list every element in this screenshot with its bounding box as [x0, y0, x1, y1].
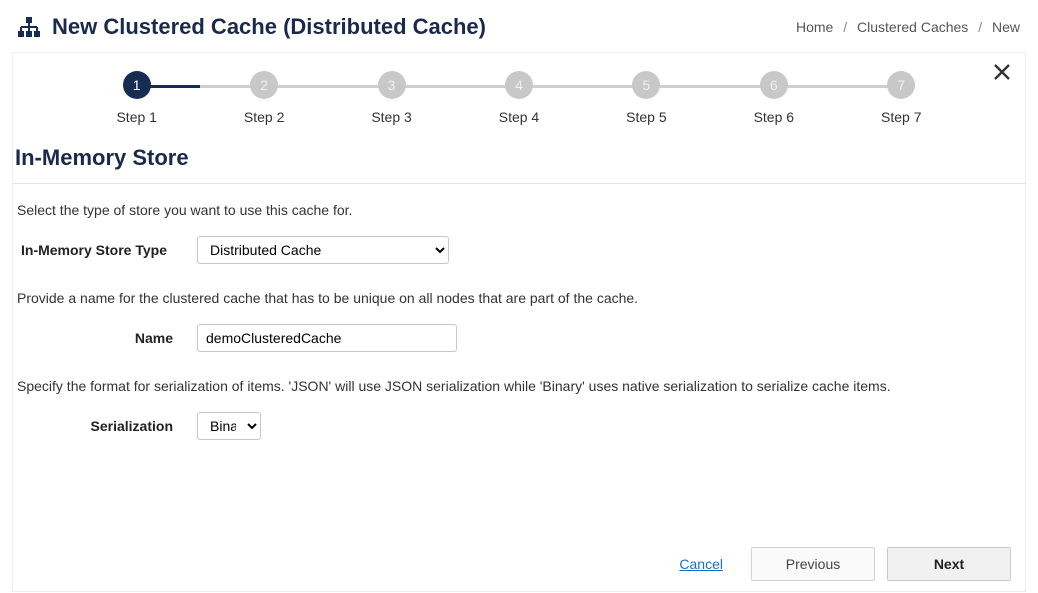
breadcrumb: Home / Clustered Caches / New — [796, 19, 1020, 35]
wizard-footer: Cancel Previous Next — [679, 547, 1011, 581]
store-type-select[interactable]: Distributed Cache — [197, 236, 449, 264]
name-label: Name — [17, 330, 197, 346]
breadcrumb-caches[interactable]: Clustered Caches — [857, 19, 968, 35]
step-1-circle[interactable]: 1 — [123, 71, 151, 99]
page-title: New Clustered Cache (Distributed Cache) — [52, 14, 486, 40]
divider — [13, 183, 1025, 184]
step-6-label: Step 6 — [754, 109, 794, 125]
step-4-label: Step 4 — [499, 109, 539, 125]
help-name: Provide a name for the clustered cache t… — [13, 290, 1025, 324]
step-3-label: Step 3 — [371, 109, 411, 125]
name-input[interactable] — [197, 324, 457, 352]
step-2-label: Step 2 — [244, 109, 284, 125]
step-7-circle[interactable]: 7 — [887, 71, 915, 99]
page-header: New Clustered Cache (Distributed Cache) … — [12, 10, 1026, 52]
step-5-label: Step 5 — [626, 109, 666, 125]
step-3-circle[interactable]: 3 — [378, 71, 406, 99]
breadcrumb-current: New — [992, 19, 1020, 35]
help-serialization: Specify the format for serialization of … — [13, 378, 1025, 412]
sitemap-icon — [18, 17, 40, 37]
step-connector — [646, 85, 773, 88]
next-button[interactable]: Next — [887, 547, 1011, 581]
step-7-label: Step 7 — [881, 109, 921, 125]
step-2-circle[interactable]: 2 — [250, 71, 278, 99]
step-connector — [774, 85, 901, 88]
step-4-circle[interactable]: 4 — [505, 71, 533, 99]
breadcrumb-home[interactable]: Home — [796, 19, 833, 35]
section-title: In-Memory Store — [13, 137, 1025, 183]
stepper: 1 Step 1 2 Step 2 3 Step 3 4 Step 4 — [13, 61, 1025, 125]
step-5-circle[interactable]: 5 — [632, 71, 660, 99]
serialization-label: Serialization — [17, 418, 197, 434]
breadcrumb-separator: / — [978, 19, 982, 35]
step-1-label: Step 1 — [116, 109, 156, 125]
step-connector — [264, 85, 391, 88]
step-connector — [519, 85, 646, 88]
breadcrumb-separator: / — [843, 19, 847, 35]
cancel-button[interactable]: Cancel — [679, 556, 723, 572]
previous-button[interactable]: Previous — [751, 547, 875, 581]
store-type-label: In-Memory Store Type — [17, 242, 197, 258]
step-connector — [392, 85, 519, 88]
help-store-type: Select the type of store you want to use… — [13, 202, 1025, 236]
wizard-body: 1 Step 1 2 Step 2 3 Step 3 4 Step 4 — [12, 52, 1026, 592]
serialization-select[interactable]: Binary — [197, 412, 261, 440]
step-6-circle[interactable]: 6 — [760, 71, 788, 99]
